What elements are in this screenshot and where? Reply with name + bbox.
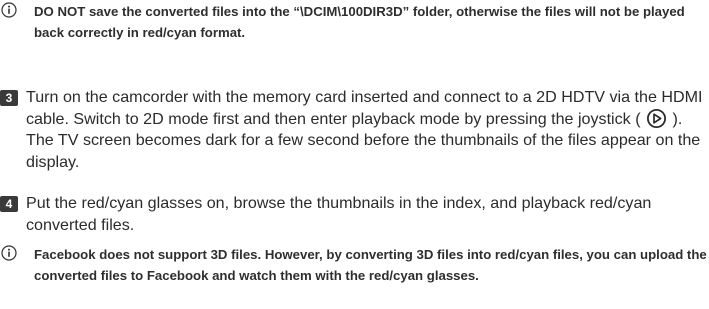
step-4: 4 Put the red/cyan glasses on, browse th…: [0, 193, 709, 236]
note-warning: DO NOT save the converted files into the…: [0, 1, 709, 43]
step-4-text: Put the red/cyan glasses on, browse the …: [26, 194, 652, 234]
step-3: 3 Turn on the camcorder with the memory …: [0, 87, 709, 173]
note-info: Facebook does not support 3D files. Howe…: [0, 244, 709, 286]
note-info-text: Facebook does not support 3D files. Howe…: [34, 247, 707, 283]
step-number-badge: 4: [0, 196, 18, 212]
step-3-text: Turn on the camcorder with the memory ca…: [26, 87, 706, 173]
note-warning-text: DO NOT save the converted files into the…: [34, 4, 685, 40]
step-3-text-part1: Turn on the camcorder with the memory ca…: [26, 88, 703, 128]
info-circle-icon: [1, 2, 17, 18]
info-circle-icon: [1, 245, 17, 261]
step-number-badge: 3: [0, 90, 18, 106]
joystick-play-icon: [647, 108, 667, 128]
